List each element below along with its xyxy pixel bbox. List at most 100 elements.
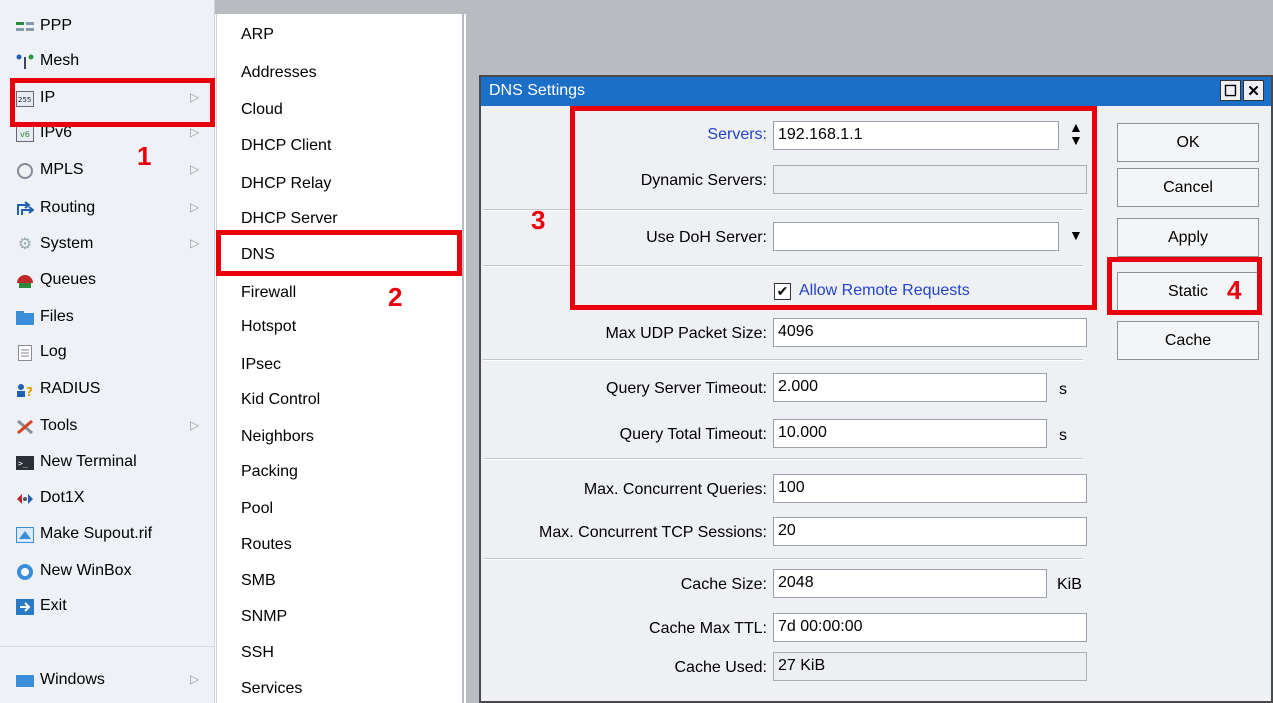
submenu-item-hotspot[interactable]: Hotspot bbox=[241, 318, 296, 336]
supout-icon bbox=[16, 527, 34, 543]
menu-label: Dot1X bbox=[40, 489, 85, 506]
menu-item-system[interactable]: ⚙ System ▷ bbox=[0, 228, 215, 263]
menu-item-files[interactable]: Files bbox=[0, 301, 215, 336]
routing-icon bbox=[16, 201, 34, 217]
window-title: DNS Settings bbox=[489, 82, 586, 99]
highlight-dns-submenu bbox=[216, 230, 462, 276]
mpls-icon bbox=[16, 163, 34, 179]
submenu-item-snmp[interactable]: SNMP bbox=[241, 608, 287, 626]
radius-icon: ? bbox=[16, 382, 34, 398]
cancel-button[interactable]: Cancel bbox=[1117, 168, 1259, 207]
annotation-number-4: 4 bbox=[1227, 275, 1242, 305]
menu-item-routing[interactable]: Routing ▷ bbox=[0, 192, 215, 227]
apply-button[interactable]: Apply bbox=[1117, 218, 1259, 257]
menu-label: Exit bbox=[40, 597, 67, 614]
section-divider bbox=[483, 359, 1083, 361]
cache-max-ttl-label: Cache Max TTL: bbox=[649, 620, 767, 637]
chevron-right-icon: ▷ bbox=[190, 200, 200, 214]
menu-item-windows[interactable]: Windows ▷ bbox=[0, 664, 215, 699]
max-concurrent-queries-input[interactable]: 100 bbox=[773, 474, 1087, 503]
menu-label: Make Supout.rif bbox=[40, 525, 153, 542]
menu-item-radius[interactable]: ? RADIUS bbox=[0, 373, 215, 408]
menu-label: New WinBox bbox=[40, 562, 132, 579]
window-title-bar[interactable]: DNS Settings ☐ ✕ bbox=[481, 77, 1271, 106]
menu-item-exit[interactable]: Exit bbox=[0, 590, 215, 625]
submenu-item-ssh[interactable]: SSH bbox=[241, 644, 274, 662]
cache-max-ttl-input[interactable]: 7d 00:00:00 bbox=[773, 613, 1087, 642]
max-udp-label: Max UDP Packet Size: bbox=[605, 325, 767, 342]
menu-item-dot1x[interactable]: Dot1X bbox=[0, 482, 215, 517]
menu-item-new-terminal[interactable]: >_ New Terminal bbox=[0, 446, 215, 481]
submenu-item-dhcp-server[interactable]: DHCP Server bbox=[241, 210, 338, 228]
menu-label: New Terminal bbox=[40, 453, 137, 470]
maximize-icon[interactable]: ☐ bbox=[1220, 80, 1241, 101]
submenu-item-addresses[interactable]: Addresses bbox=[241, 64, 317, 82]
submenu-item-routes[interactable]: Routes bbox=[241, 536, 292, 554]
ip-submenu: ARP Addresses Cloud DHCP Client DHCP Rel… bbox=[216, 14, 464, 703]
gear-icon: ⚙ bbox=[17, 236, 33, 253]
chevron-right-icon: ▷ bbox=[190, 672, 200, 686]
cache-used-field: 27 KiB bbox=[773, 652, 1087, 681]
submenu-item-pool[interactable]: Pool bbox=[241, 500, 273, 518]
menu-label: MPLS bbox=[40, 161, 84, 178]
queues-icon bbox=[16, 273, 34, 289]
chevron-right-icon: ▷ bbox=[190, 236, 200, 250]
menu-label: Windows bbox=[40, 671, 105, 688]
query-server-timeout-label: Query Server Timeout: bbox=[606, 380, 767, 397]
kib-unit: KiB bbox=[1057, 576, 1082, 593]
windows-icon bbox=[16, 673, 34, 689]
submenu-item-smb[interactable]: SMB bbox=[241, 572, 276, 590]
max-concurrent-queries-label: Max. Concurrent Queries: bbox=[583, 481, 767, 498]
menu-item-tools[interactable]: Tools ▷ bbox=[0, 410, 215, 445]
close-icon[interactable]: ✕ bbox=[1243, 80, 1264, 101]
cache-button[interactable]: Cache bbox=[1117, 321, 1259, 360]
annotation-number-3: 3 bbox=[531, 205, 546, 235]
chevron-right-icon: ▷ bbox=[190, 418, 200, 432]
cache-size-label: Cache Size: bbox=[680, 576, 767, 593]
annotation-number-1: 1 bbox=[137, 141, 152, 171]
menu-label: Mesh bbox=[40, 52, 80, 69]
menu-separator bbox=[0, 646, 215, 647]
svg-text:>_: >_ bbox=[18, 459, 28, 468]
menu-item-new-winbox[interactable]: New WinBox bbox=[0, 555, 215, 590]
max-udp-input[interactable]: 4096 bbox=[773, 318, 1087, 347]
mesh-icon bbox=[16, 54, 34, 70]
menu-item-queues[interactable]: Queues bbox=[0, 264, 215, 299]
submenu-item-kid-control[interactable]: Kid Control bbox=[241, 391, 320, 409]
query-server-timeout-input[interactable]: 2.000 bbox=[773, 373, 1047, 402]
submenu-item-ipsec[interactable]: IPsec bbox=[241, 356, 281, 374]
menu-item-make-supout[interactable]: Make Supout.rif bbox=[0, 518, 215, 553]
menu-item-ppp[interactable]: PPP bbox=[0, 10, 215, 45]
ok-button[interactable]: OK bbox=[1117, 123, 1259, 162]
submenu-item-neighbors[interactable]: Neighbors bbox=[241, 428, 314, 446]
svg-text:?: ? bbox=[26, 385, 33, 398]
log-icon bbox=[16, 345, 34, 361]
max-concurrent-tcp-label: Max. Concurrent TCP Sessions: bbox=[539, 524, 767, 541]
submenu-item-dhcp-relay[interactable]: DHCP Relay bbox=[241, 175, 331, 193]
cache-used-label: Cache Used: bbox=[674, 659, 768, 676]
submenu-item-services[interactable]: Services bbox=[241, 680, 302, 698]
menu-item-mpls[interactable]: MPLS ▷ bbox=[0, 154, 215, 189]
query-total-timeout-label: Query Total Timeout: bbox=[619, 426, 767, 443]
cache-size-input[interactable]: 2048 bbox=[773, 569, 1047, 598]
winbox-icon bbox=[16, 564, 34, 580]
menu-item-log[interactable]: Log bbox=[0, 336, 215, 371]
submenu-item-packing[interactable]: Packing bbox=[241, 463, 298, 481]
submenu-item-dhcp-client[interactable]: DHCP Client bbox=[241, 137, 331, 155]
menu-label: RADIUS bbox=[40, 380, 101, 397]
submenu-item-cloud[interactable]: Cloud bbox=[241, 101, 283, 119]
menu-item-mesh[interactable]: Mesh bbox=[0, 45, 215, 80]
annotation-number-2: 2 bbox=[388, 282, 403, 312]
submenu-item-arp[interactable]: ARP bbox=[241, 26, 274, 44]
menu-label: Files bbox=[40, 308, 74, 325]
menu-label: Queues bbox=[40, 271, 97, 288]
section-divider bbox=[483, 458, 1083, 460]
menu-label: System bbox=[40, 235, 94, 252]
menu-label: Routing bbox=[40, 199, 96, 216]
menu-label: Log bbox=[40, 343, 67, 360]
max-concurrent-tcp-input[interactable]: 20 bbox=[773, 517, 1087, 546]
query-total-timeout-input[interactable]: 10.000 bbox=[773, 419, 1047, 448]
exit-icon bbox=[16, 599, 34, 615]
submenu-item-firewall[interactable]: Firewall bbox=[241, 284, 296, 302]
section-divider bbox=[483, 558, 1083, 560]
